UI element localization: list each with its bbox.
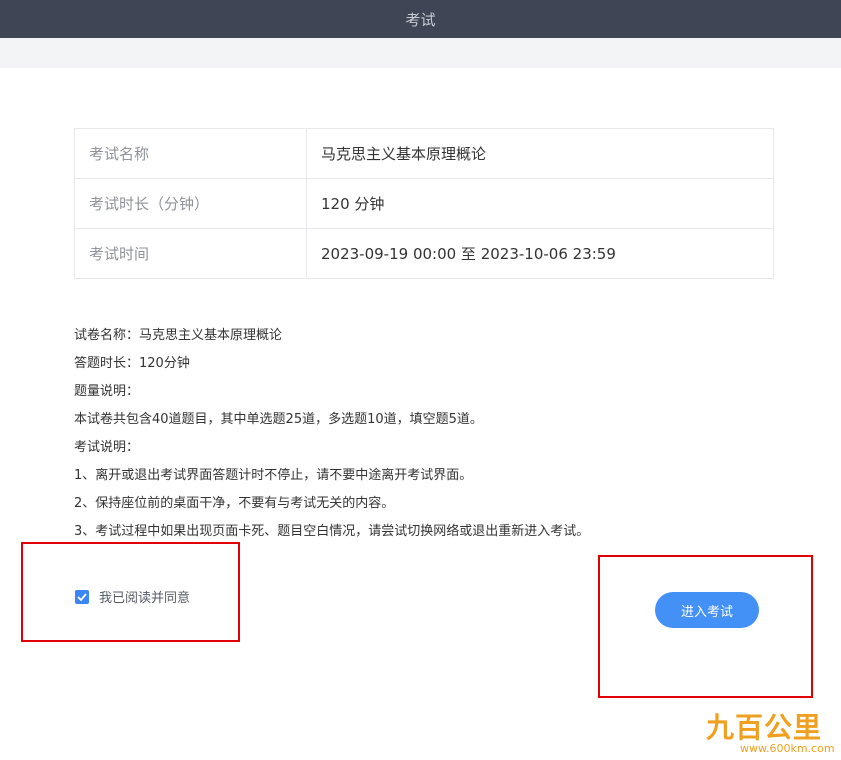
description-line: 答题时长：120分钟 [74,356,190,371]
exam-time-value: 2023-09-19 00:00 至 2023-10-06 23:59 [306,228,774,279]
exam-time-label: 考试时间 [74,228,307,279]
exam-description: 试卷名称：马克思主义基本原理概论 答题时长：120分钟 题量说明： 本试卷共包含… [74,322,794,546]
highlight-box-agreement [21,542,240,642]
description-line: 本试卷共包含40道题目，其中单选题25道，多选题10道，填空题5道。 [74,412,483,427]
highlight-box-enter [598,555,813,698]
exam-info-table: 考试名称 马克思主义基本原理概论 考试时长（分钟） 120 分钟 考试时间 20… [74,128,774,279]
description-line: 1、离开或退出考试界面答题计时不停止，请不要中途离开考试界面。 [74,468,473,483]
exam-duration-value: 120 分钟 [306,178,774,229]
exam-name-value: 马克思主义基本原理概论 [306,128,774,179]
description-line: 题量说明： [74,384,140,399]
page-title: 考试 [405,10,436,29]
sub-bar [0,38,841,68]
description-line: 2、保持座位前的桌面干净，不要有与考试无关的内容。 [74,496,395,511]
watermark-logo: 九百公里 www.600km.com [706,706,841,758]
description-line: 考试说明： [74,440,140,455]
description-line: 试卷名称：马克思主义基本原理概论 [74,328,283,343]
top-bar: 考试 [0,0,841,38]
table-row: 考试时间 2023-09-19 00:00 至 2023-10-06 23:59 [74,228,774,279]
exam-duration-label: 考试时长（分钟） [74,178,307,229]
exam-name-label: 考试名称 [74,128,307,179]
table-row: 考试名称 马克思主义基本原理概论 [74,128,774,179]
watermark-url: www.600km.com [740,742,835,755]
table-row: 考试时长（分钟） 120 分钟 [74,178,774,229]
watermark-brand: 九百公里 [706,711,823,744]
